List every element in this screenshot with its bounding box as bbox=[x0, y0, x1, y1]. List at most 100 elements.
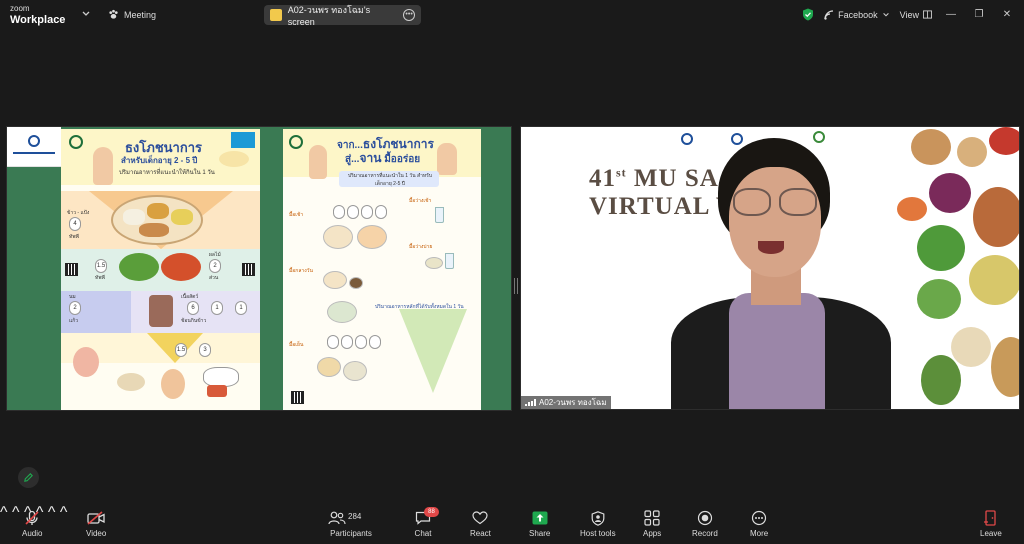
apps-button[interactable]: Apps bbox=[643, 510, 661, 538]
facebook-live-menu[interactable]: Facebook bbox=[824, 10, 890, 20]
shared-screen[interactable]: ธงโภชนาการ สำหรับเด็กอายุ 2 - 5 ปี ปริมา… bbox=[6, 126, 512, 411]
rice-value: 4 bbox=[69, 217, 81, 231]
grid-view-icon bbox=[923, 10, 932, 19]
leave-door-icon bbox=[983, 510, 996, 526]
speech-bubble bbox=[203, 367, 239, 387]
fruit-label: ผลไม้ bbox=[209, 252, 221, 258]
zoom-brand[interactable]: zoom Workplace bbox=[10, 4, 65, 26]
microphone-muted-icon bbox=[25, 510, 39, 525]
egg-value: 1 bbox=[211, 301, 223, 315]
nutrition-flag-poster: ธงโภชนาการ สำหรับเด็กอายุ 2 - 5 ปี ปริมา… bbox=[61, 129, 260, 410]
meat-illustration bbox=[149, 295, 173, 327]
chevron-down-icon[interactable] bbox=[81, 9, 91, 19]
oil-value: 1.5 bbox=[175, 343, 187, 357]
nutrition-logo bbox=[813, 131, 825, 143]
sharer-avatar-icon bbox=[270, 9, 282, 21]
food-pyramid bbox=[399, 309, 467, 393]
audio-options-caret[interactable]: ^ bbox=[0, 504, 8, 521]
apps-options-caret[interactable]: ^ bbox=[60, 504, 68, 521]
dinner-bowl bbox=[343, 361, 367, 381]
egg-value-2: 1 bbox=[235, 301, 247, 315]
minimize-button[interactable]: — bbox=[942, 9, 960, 20]
annotate-button[interactable] bbox=[18, 467, 39, 488]
onion-illustration bbox=[957, 137, 987, 167]
host-tools-button[interactable]: Host tools bbox=[580, 510, 616, 538]
institute-logo bbox=[731, 133, 743, 145]
portion-chip bbox=[327, 335, 339, 349]
apps-icon bbox=[644, 510, 660, 526]
vegetable-illustration bbox=[119, 253, 159, 281]
potato-illustration bbox=[911, 129, 951, 165]
greens-illustration bbox=[917, 279, 961, 319]
leave-button[interactable]: Leave bbox=[980, 510, 1002, 538]
speaker-top bbox=[729, 293, 825, 409]
share-options-caret[interactable]: ^ bbox=[48, 504, 56, 521]
share-button[interactable]: Share bbox=[529, 510, 550, 538]
meeting-menu[interactable]: Meeting bbox=[108, 9, 156, 20]
participants-button[interactable]: 284 Participants bbox=[328, 510, 374, 538]
red-onion-illustration bbox=[929, 173, 971, 213]
nutrition-plate-poster: จาก...ธงโภชนาการ สู่...จาน มื้ออร่อย ปริ… bbox=[283, 129, 481, 410]
dinner-plate bbox=[317, 357, 341, 377]
veg-value: 1.5 bbox=[95, 259, 107, 273]
lunch-soup bbox=[349, 277, 363, 289]
child-cartoon-2 bbox=[437, 143, 457, 175]
more-options-icon[interactable]: ••• bbox=[403, 9, 415, 21]
meeting-label: Meeting bbox=[124, 9, 157, 20]
mahidol-logo bbox=[681, 133, 693, 145]
brand-big: Workplace bbox=[10, 14, 66, 26]
screen-share-indicator[interactable]: A02-วนพร ทองโฉม's screen ••• bbox=[264, 5, 421, 27]
participant-name: A02-วนพร ทองโฉม bbox=[539, 398, 607, 407]
meat-value: 6 bbox=[187, 301, 199, 315]
glasses-left-lens bbox=[733, 188, 771, 216]
video-button[interactable]: Video bbox=[86, 510, 106, 538]
fruit-unit: ส่วน bbox=[209, 275, 219, 281]
mushroom-illustration bbox=[951, 327, 991, 367]
sauce-bottle-cartoon bbox=[207, 385, 227, 397]
video-label: Video bbox=[86, 529, 107, 538]
unicef-logo bbox=[231, 132, 255, 148]
poster1-caption: ปริมาณอาหารที่แนะนำให้กินใน 1 วัน bbox=[119, 170, 215, 176]
snack-bowl bbox=[425, 257, 443, 269]
audio-button[interactable]: Audio bbox=[22, 510, 42, 538]
nuts-illustration bbox=[991, 337, 1019, 397]
view-label: View bbox=[899, 9, 919, 20]
security-shield-icon[interactable] bbox=[802, 8, 814, 21]
child-cartoon bbox=[309, 145, 327, 179]
title-number: 41 bbox=[589, 165, 616, 192]
participant-name-tag: A02-วนพร ทองโฉม bbox=[521, 396, 611, 409]
speaker-face bbox=[729, 167, 821, 277]
paw-icon bbox=[109, 9, 118, 19]
portion-chip bbox=[341, 335, 353, 349]
more-button[interactable]: More bbox=[750, 510, 768, 538]
pencil-icon bbox=[24, 473, 33, 482]
milk-label: นม bbox=[69, 294, 76, 300]
snack1-label: มื้อว่างเช้า bbox=[409, 198, 432, 204]
noodle-food bbox=[139, 223, 169, 237]
poster2-title-line2: สู่...จาน มื้ออร่อย bbox=[345, 149, 420, 168]
react-label: React bbox=[470, 529, 491, 538]
broadcast-icon bbox=[824, 9, 834, 20]
restore-button[interactable]: ❐ bbox=[970, 9, 988, 20]
carrot-illustration bbox=[897, 197, 927, 221]
leave-label: Leave bbox=[980, 529, 1002, 538]
portion-chip bbox=[375, 205, 387, 219]
child-eating-cartoon bbox=[161, 369, 185, 399]
fruit-illustration bbox=[161, 253, 201, 281]
close-button[interactable]: ✕ bbox=[998, 9, 1016, 20]
video-options-caret[interactable]: ^ bbox=[12, 504, 20, 521]
participants-count: 284 bbox=[348, 512, 362, 521]
split-view-divider[interactable] bbox=[514, 278, 518, 294]
title2-pre: สู่... bbox=[345, 154, 360, 165]
participant-video-tile[interactable]: 41st MU SA OOL VIRTUAL W HOP A02-วนพร ทอ… bbox=[520, 126, 1020, 410]
record-button[interactable]: Record bbox=[692, 510, 718, 538]
chat-button[interactable]: 88 Chat bbox=[414, 507, 439, 538]
view-menu[interactable]: View bbox=[900, 10, 932, 20]
chevron-down-icon bbox=[882, 12, 889, 17]
react-button[interactable]: React bbox=[470, 510, 491, 538]
audio-label: Audio bbox=[22, 529, 43, 538]
speaker-mouth bbox=[758, 241, 784, 254]
food-tray-cartoon bbox=[117, 373, 145, 391]
host-tools-label: Host tools bbox=[580, 529, 616, 538]
snack2-label: มื้อว่างบ่าย bbox=[409, 244, 433, 250]
